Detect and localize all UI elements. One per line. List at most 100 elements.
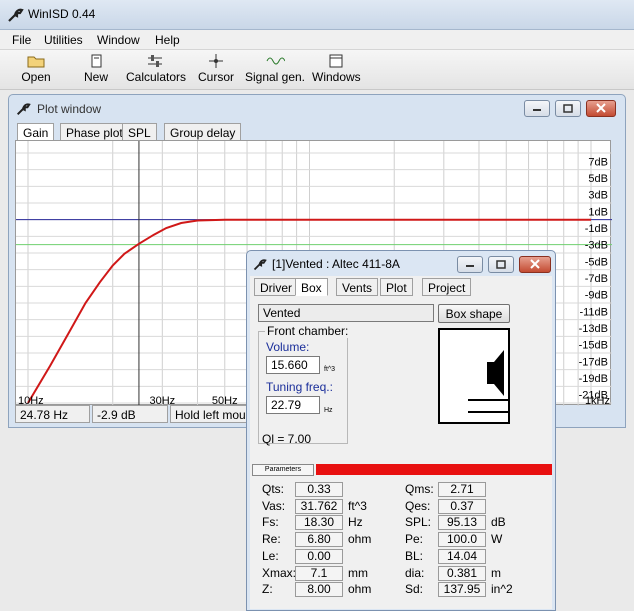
tab-box[interactable]: Box: [295, 278, 328, 296]
menu-help[interactable]: Help: [155, 33, 180, 47]
signal-wave-icon: [266, 57, 285, 65]
y-tick-label: -3dB: [585, 240, 608, 252]
box-shape-preview: [438, 328, 510, 424]
y-tick-label: 7dB: [588, 156, 608, 168]
volume-label: Volume:: [266, 340, 310, 354]
box-window-body: Driver Box Vents Plot Project Vented Box…: [250, 276, 552, 609]
maximize-button[interactable]: [555, 100, 581, 117]
signal-gen-button[interactable]: Signal gen.: [244, 52, 306, 88]
param-label: Vas:: [262, 499, 286, 513]
menu-window[interactable]: Window: [97, 33, 140, 47]
cursor-button[interactable]: Cursor: [196, 52, 236, 88]
param-value: 8.00: [295, 582, 343, 597]
close-button[interactable]: [586, 100, 616, 117]
windows-button[interactable]: Windows: [312, 52, 361, 88]
y-tick-label: -19dB: [579, 373, 608, 385]
param-label: Qts:: [262, 482, 285, 496]
open-button[interactable]: Open: [14, 52, 58, 88]
window-icon: [329, 54, 343, 68]
box-type-select[interactable]: Vented: [258, 304, 434, 322]
param-label: SPL:: [405, 515, 432, 529]
param-value: 31.762: [295, 499, 343, 514]
param-value: 0.37: [438, 499, 486, 514]
param-label: Xmax:: [262, 566, 297, 580]
tuning-freq-label: Tuning freq.:: [266, 380, 333, 394]
param-unit: in^2: [491, 582, 513, 596]
tab-project[interactable]: Project: [422, 278, 472, 296]
minimize-button[interactable]: [524, 100, 550, 117]
new-document-icon: [91, 54, 102, 68]
tab-spl[interactable]: SPL: [122, 123, 157, 141]
cursor-gain: -2.9 dB: [92, 405, 168, 423]
param-value: 0.381: [438, 566, 486, 581]
param-label: Z:: [262, 582, 273, 596]
param-label: Le:: [262, 549, 279, 563]
y-tick-label: -7dB: [585, 273, 608, 285]
param-unit: dB: [491, 515, 506, 529]
winisd-logo-icon: [16, 103, 31, 116]
parameters-tab[interactable]: Parameters: [252, 464, 314, 476]
param-label: Sd:: [405, 582, 424, 596]
parameters-grid: Qts: 0.33 Vas: 31.762 ft^3 Fs: 18.30 Hz Re: 6.80 o…: [250, 482, 552, 607]
calculator-sliders-icon: [148, 55, 162, 67]
param-label: dia:: [405, 566, 425, 580]
param-unit: ohm: [348, 532, 372, 546]
tuning-freq-input[interactable]: 22.79: [266, 396, 320, 414]
maximize-icon: [496, 260, 506, 269]
y-tick-label: 3dB: [588, 190, 608, 202]
maximize-icon: [563, 104, 573, 113]
param-label: Qes:: [405, 499, 431, 513]
param-unit: W: [491, 532, 503, 546]
y-tick-label: -15dB: [579, 340, 608, 352]
param-value: 2.71: [438, 482, 486, 497]
close-icon: [530, 259, 540, 269]
close-button[interactable]: [519, 256, 551, 273]
tab-group-delay[interactable]: Group delay: [164, 123, 242, 141]
param-value: 14.04: [438, 549, 486, 564]
param-value: 0.33: [295, 482, 343, 497]
param-unit: Hz: [348, 515, 363, 529]
box-window-title: [1]Vented : Altec 411-8A: [272, 257, 400, 271]
calculators-button[interactable]: Calculators: [126, 52, 186, 88]
param-unit: ft^3: [348, 499, 367, 513]
menu-file[interactable]: File: [12, 33, 31, 47]
crosshair-icon: [209, 54, 223, 68]
plot-window-title: Plot window: [37, 102, 102, 116]
y-tick-label: -17dB: [579, 356, 608, 368]
minimize-icon: [466, 265, 474, 267]
volume-input[interactable]: 15.660: [266, 356, 320, 374]
minimize-button[interactable]: [457, 256, 483, 273]
winisd-logo-icon: [8, 8, 24, 22]
param-label: Re:: [262, 532, 281, 546]
param-unit: ohm: [348, 582, 372, 596]
param-label: Fs:: [262, 515, 279, 529]
param-value: 6.80: [295, 532, 343, 547]
tab-vents[interactable]: Vents: [336, 278, 379, 296]
folder-icon: [27, 56, 45, 68]
menu-utilities[interactable]: Utilities: [44, 33, 83, 47]
toolbar: Open New Calculators Cursor Signal gen. …: [0, 50, 634, 90]
param-value: 100.0: [438, 532, 486, 547]
param-label: Pe:: [405, 532, 424, 546]
param-value: 18.30: [295, 515, 343, 530]
winisd-logo-icon: [253, 259, 267, 271]
param-value: 7.1: [295, 566, 343, 581]
param-unit: m: [491, 566, 501, 580]
tab-plot[interactable]: Plot: [380, 278, 413, 296]
tab-gain[interactable]: Gain: [17, 123, 55, 141]
tab-driver[interactable]: Driver: [254, 278, 298, 296]
tab-phase-plot[interactable]: Phase plot: [60, 123, 129, 141]
parameters-header-bar: [316, 464, 552, 475]
param-unit: mm: [348, 566, 368, 580]
y-tick-label: -13dB: [579, 323, 608, 335]
app-title: WinISD 0.44: [28, 7, 96, 21]
param-value: 0.00: [295, 549, 343, 564]
y-tick-label: -9dB: [585, 290, 608, 302]
box-shape-button[interactable]: Box shape: [438, 304, 510, 323]
maximize-button[interactable]: [488, 256, 514, 273]
new-button[interactable]: New: [76, 52, 116, 88]
tuning-freq-unit: Hz: [324, 407, 333, 414]
cursor-frequency: 24.78 Hz: [15, 405, 90, 423]
param-value: 95.13: [438, 515, 486, 530]
param-label: Qms:: [405, 482, 434, 496]
